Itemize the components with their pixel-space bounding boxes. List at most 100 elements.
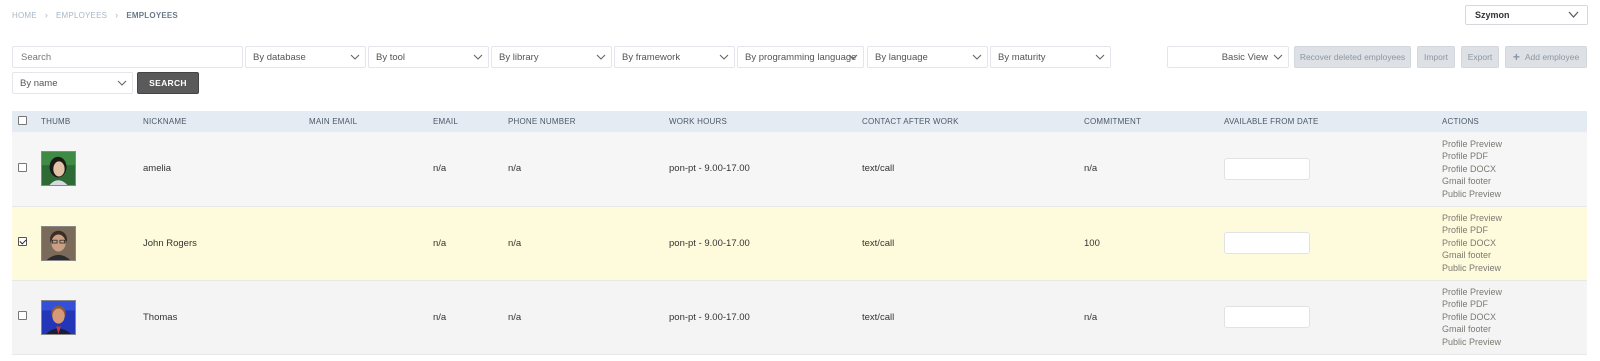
cell-contact: text/call <box>862 311 895 323</box>
profile-pdf-link[interactable]: Profile PDF <box>1442 224 1587 237</box>
add-employee-button[interactable]: + Add employee <box>1505 46 1587 68</box>
user-menu-dropdown[interactable]: Szymon <box>1465 5 1588 25</box>
breadcrumb: HOME › EMPLOYEES › EMPLOYEES <box>12 10 178 20</box>
select-all-checkbox[interactable] <box>18 116 27 125</box>
gmail-footer-link[interactable]: Gmail footer <box>1442 249 1587 262</box>
view-mode-select[interactable]: Basic View <box>1167 46 1289 68</box>
export-button[interactable]: Export <box>1461 46 1499 68</box>
filter-name-label: By name <box>20 77 58 89</box>
avatar[interactable] <box>41 225 76 261</box>
table-row[interactable]: amelia n/a n/a pon-pt - 9.00-17.00 text/… <box>12 132 1587 206</box>
plus-icon: + <box>1512 50 1520 64</box>
filter-database-select[interactable]: By database <box>245 46 366 68</box>
chevron-down-icon <box>1568 10 1579 19</box>
profile-pdf-link[interactable]: Profile PDF <box>1442 150 1587 163</box>
recover-deleted-button[interactable]: Recover deleted employees <box>1294 46 1411 68</box>
column-header-available[interactable]: AVAILABLE FROM DATE <box>1224 111 1442 132</box>
cell-nickname: amelia <box>143 163 171 175</box>
cell-commitment: 100 <box>1084 237 1100 249</box>
profile-docx-link[interactable]: Profile DOCX <box>1442 311 1587 324</box>
cell-phone: n/a <box>508 311 522 323</box>
breadcrumb-chevron-icon: › <box>115 10 119 20</box>
filter-language-label: By language <box>875 51 928 63</box>
chevron-down-icon <box>473 53 483 61</box>
chevron-down-icon <box>350 53 360 61</box>
column-header-commitment[interactable]: COMMITMENT <box>1084 111 1224 132</box>
chevron-down-icon <box>848 53 858 61</box>
cell-contact: text/call <box>862 163 895 175</box>
search-input[interactable] <box>12 46 243 68</box>
table-row[interactable]: John Rogers n/a n/a pon-pt - 9.00-17.00 … <box>12 206 1587 280</box>
search-button[interactable]: SEARCH <box>137 72 199 94</box>
filter-language-select[interactable]: By language <box>867 46 988 68</box>
chevron-down-icon <box>1273 53 1283 61</box>
avatar[interactable] <box>41 151 76 187</box>
profile-preview-link[interactable]: Profile Preview <box>1442 212 1587 225</box>
chevron-down-icon <box>596 53 606 61</box>
breadcrumb-home-link[interactable]: HOME <box>12 11 37 20</box>
table-header-row: THUMB NICKNAME MAIN EMAIL EMAIL PHONE NU… <box>12 111 1587 132</box>
profile-docx-link[interactable]: Profile DOCX <box>1442 163 1587 176</box>
filter-name-select[interactable]: By name <box>12 72 133 94</box>
filter-database-label: By database <box>253 51 306 63</box>
cell-work-hours: pon-pt - 9.00-17.00 <box>669 237 750 249</box>
profile-preview-link[interactable]: Profile Preview <box>1442 286 1587 299</box>
add-employee-label: Add employee <box>1524 52 1580 62</box>
filter-programming-language-select[interactable]: By programming language <box>737 46 864 68</box>
column-header-contact[interactable]: CONTACT AFTER WORK <box>862 111 1084 132</box>
row-actions: Profile Preview Profile PDF Profile DOCX… <box>1442 138 1587 201</box>
row-actions: Profile Preview Profile PDF Profile DOCX… <box>1442 212 1587 275</box>
avatar[interactable] <box>41 299 76 335</box>
filter-tool-select[interactable]: By tool <box>368 46 489 68</box>
public-preview-link[interactable]: Public Preview <box>1442 188 1587 201</box>
row-checkbox[interactable] <box>18 311 27 320</box>
column-header-actions: ACTIONS <box>1442 117 1479 126</box>
filter-programming-language-label: By programming language <box>745 51 857 63</box>
column-header-thumb: THUMB <box>41 117 71 126</box>
gmail-footer-link[interactable]: Gmail footer <box>1442 175 1587 188</box>
column-header-main-email[interactable]: MAIN EMAIL <box>309 111 433 132</box>
row-checkbox[interactable] <box>18 162 27 172</box>
breadcrumb-employees-link[interactable]: EMPLOYEES <box>56 11 107 20</box>
available-date-input[interactable] <box>1224 232 1310 254</box>
public-preview-link[interactable]: Public Preview <box>1442 336 1587 349</box>
chevron-down-icon <box>972 53 982 61</box>
employees-table: THUMB NICKNAME MAIN EMAIL EMAIL PHONE NU… <box>12 111 1587 355</box>
chevron-down-icon <box>719 53 729 61</box>
cell-main-email <box>309 280 433 354</box>
filter-tool-label: By tool <box>376 51 406 63</box>
cell-phone: n/a <box>508 163 522 175</box>
breadcrumb-current: EMPLOYEES <box>126 10 178 20</box>
column-header-email[interactable]: EMAIL <box>433 111 508 132</box>
cell-main-email <box>309 132 433 206</box>
chevron-down-icon <box>1095 53 1105 61</box>
row-actions: Profile Preview Profile PDF Profile DOCX… <box>1442 286 1587 349</box>
breadcrumb-chevron-icon: › <box>44 10 49 20</box>
filter-library-label: By library <box>499 51 539 63</box>
profile-preview-link[interactable]: Profile Preview <box>1442 138 1587 151</box>
column-header-phone[interactable]: PHONE NUMBER <box>508 111 669 132</box>
cell-work-hours: pon-pt - 9.00-17.00 <box>669 163 750 175</box>
available-date-input[interactable] <box>1224 157 1310 180</box>
filter-framework-select[interactable]: By framework <box>614 46 735 68</box>
view-mode-label: Basic View <box>1221 51 1268 63</box>
cell-phone: n/a <box>508 237 522 249</box>
filter-library-select[interactable]: By library <box>491 46 612 68</box>
profile-docx-link[interactable]: Profile DOCX <box>1442 237 1587 250</box>
gmail-footer-link[interactable]: Gmail footer <box>1442 323 1587 336</box>
cell-commitment: n/a <box>1084 163 1098 175</box>
public-preview-link[interactable]: Public Preview <box>1442 262 1587 275</box>
column-header-nickname[interactable]: NICKNAME <box>143 111 309 132</box>
column-header-work-hours[interactable]: WORK HOURS <box>669 111 862 132</box>
cell-work-hours: pon-pt - 9.00-17.00 <box>669 311 750 323</box>
profile-pdf-link[interactable]: Profile PDF <box>1442 298 1587 311</box>
cell-email: n/a <box>433 311 447 323</box>
table-row[interactable]: Thomas n/a n/a pon-pt - 9.00-17.00 text/… <box>12 280 1587 354</box>
user-name: Szymon <box>1475 10 1510 20</box>
import-button[interactable]: Import <box>1417 46 1455 68</box>
row-checkbox[interactable] <box>18 237 27 246</box>
available-date-input[interactable] <box>1224 306 1310 328</box>
cell-email: n/a <box>433 163 447 175</box>
filter-maturity-select[interactable]: By maturity <box>990 46 1111 68</box>
filter-maturity-label: By maturity <box>998 51 1046 63</box>
